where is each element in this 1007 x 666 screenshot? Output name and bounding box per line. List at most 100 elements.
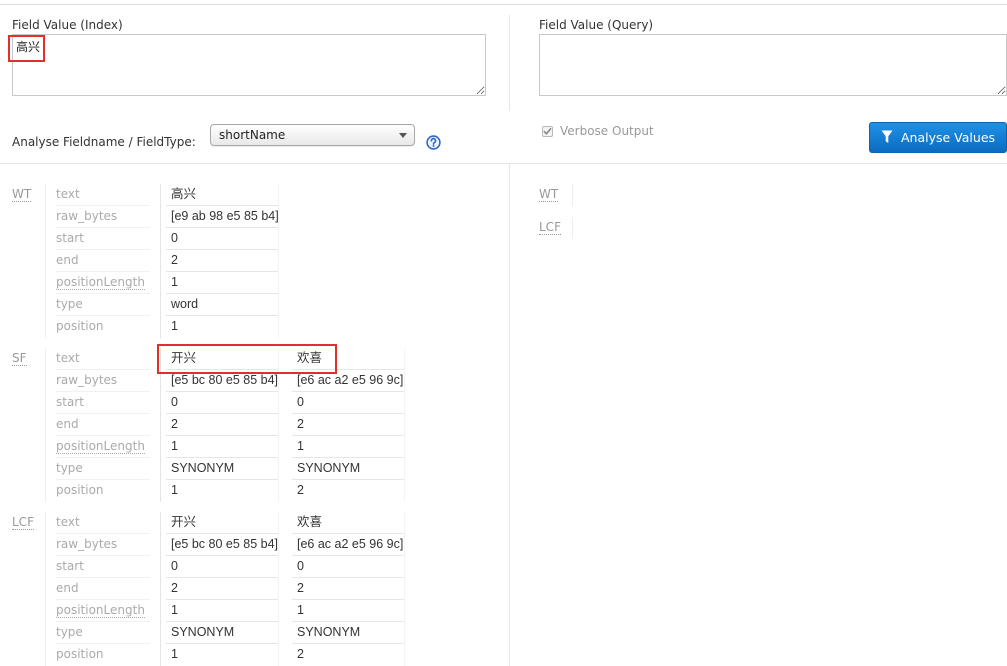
chevron-down-icon <box>399 133 407 138</box>
verbose-output-checkbox[interactable] <box>542 126 553 137</box>
top-border <box>0 4 1007 5</box>
verbose-output-toggle[interactable]: Verbose Output <box>542 124 672 138</box>
token-raw-bytes: [e6 ac a2 e5 96 9c] <box>292 534 404 556</box>
attribute-names-column: text raw_bytesstart end positionLength type p… <box>56 184 150 338</box>
token-data-divider <box>160 184 161 338</box>
token-end: 2 <box>166 414 278 436</box>
attribute-name-label: position <box>56 647 104 661</box>
token-type: SYNONYM <box>166 622 278 644</box>
stage-label-cell: SF <box>12 348 46 502</box>
query-field-label: Field Value (Query) <box>539 18 654 32</box>
attribute-name-label: start <box>56 559 84 573</box>
attribute-name-label: end <box>56 253 79 267</box>
attribute-name-end: end <box>56 250 150 272</box>
analysis-stage-lcf: LCF text raw_bytesstart end positionLength ty… <box>0 512 509 666</box>
attribute-name-label: position <box>56 483 104 497</box>
stage-abbr: SF <box>12 351 27 366</box>
attribute-name-label: end <box>56 581 79 595</box>
token-start: 0 <box>166 556 278 578</box>
attribute-name-label: raw_bytes <box>56 537 118 551</box>
token-type: word <box>166 294 278 316</box>
token-start: 0 <box>166 392 278 414</box>
attribute-name-raw-bytes: raw_bytes <box>56 534 150 556</box>
attribute-name-start: start <box>56 556 150 578</box>
attribute-name-label: position <box>56 319 104 333</box>
token-text: 开兴 <box>166 512 278 534</box>
attribute-name-position-length: positionLength <box>56 272 150 294</box>
analyse-values-button[interactable]: Analyse Values <box>869 122 1007 153</box>
attribute-name-position-length: positionLength <box>56 600 150 622</box>
question-circle-icon[interactable] <box>426 135 441 150</box>
token-end: 2 <box>292 578 404 600</box>
token-text: 欢喜 <box>292 512 404 534</box>
attribute-name-end: end <box>56 578 150 600</box>
attribute-name-label: positionLength <box>56 603 145 618</box>
attribute-name-label: type <box>56 625 83 639</box>
attribute-name-label: text <box>56 515 80 529</box>
index-field-label: Field Value (Index) <box>12 18 123 32</box>
attribute-name-type: type <box>56 622 150 644</box>
filter-icon <box>881 130 893 143</box>
attribute-name-end: end <box>56 414 150 436</box>
stage-label-cell: WT <box>12 184 46 338</box>
token-raw-bytes: [e9 ab 98 e5 85 b4] <box>166 206 278 228</box>
panel-divider <box>509 15 510 111</box>
token-raw-bytes: [e5 bc 80 e5 85 b4] <box>166 370 278 392</box>
analysis-stage-wt: WT text raw_bytesstart end positionLength typ… <box>0 184 509 338</box>
token-start: 0 <box>166 228 278 250</box>
token-data-divider <box>160 348 161 502</box>
query-field-input[interactable] <box>539 34 1007 96</box>
verbose-output-label: Verbose Output <box>560 124 654 138</box>
token-column: 开兴 [e5 bc 80 e5 85 b4] 0 2 1 SYNONYM 1 <box>166 348 279 502</box>
token-column: 欢喜 [e6 ac a2 e5 96 9c] 0 2 1 SYNONYM 2 <box>292 512 405 666</box>
attribute-name-label: raw_bytes <box>56 209 118 223</box>
attribute-name-start: start <box>56 228 150 250</box>
token-position: 2 <box>297 483 304 497</box>
attribute-name-label: type <box>56 461 83 475</box>
token-text: 开兴 <box>166 348 278 370</box>
fieldtype-select[interactable]: shortName <box>210 124 415 146</box>
token-type: SYNONYM <box>292 622 404 644</box>
token-end: 2 <box>166 578 278 600</box>
index-field-input[interactable]: 高兴 <box>12 34 486 96</box>
analysis-stage-sf: SF text raw_bytes start end positionLength typ… <box>0 348 509 502</box>
checkbox-checked-icon <box>543 128 552 135</box>
token-position: 1 <box>171 483 178 497</box>
fieldtype-label: Analyse Fieldname / FieldType: <box>12 135 196 149</box>
attribute-name-label: positionLength <box>56 439 145 454</box>
token-start: 0 <box>292 556 404 578</box>
attribute-name-type: type <box>56 458 150 480</box>
index-analysis-result: WT text raw_bytes start end positionLength typ… <box>0 184 509 666</box>
token-column: 欢喜 [e6 ac a2 e5 96 9c] 0 2 1 SYNONYM 2 <box>292 348 405 502</box>
token-position: 1 <box>171 647 178 661</box>
attribute-name-label: start <box>56 231 84 245</box>
results-divider <box>0 163 1007 164</box>
attribute-name-label: end <box>56 417 79 431</box>
attribute-names-column: text raw_bytes start end positionLength type p… <box>56 348 150 502</box>
stage-abbr: LCF <box>539 220 561 235</box>
attribute-name-position: position <box>56 480 150 502</box>
token-raw-bytes: [e6 ac a2 e5 96 9c] <box>292 370 404 392</box>
attribute-name-type: type <box>56 294 150 316</box>
token-end: 2 <box>292 414 404 436</box>
stage-abbr: WT <box>12 187 32 202</box>
attribute-name-text: text <box>56 184 150 206</box>
attribute-name-text: text <box>56 512 150 534</box>
token-raw-bytes: [e5 bc 80 e5 85 b4] <box>166 534 278 556</box>
token-position-length: 1 <box>166 436 278 458</box>
token-start: 0 <box>292 392 404 414</box>
attribute-name-label: text <box>56 187 80 201</box>
attribute-name-label: type <box>56 297 83 311</box>
attribute-name-label: positionLength <box>56 275 145 290</box>
query-stage-wt: WT <box>539 184 573 206</box>
stage-abbr: WT <box>539 187 559 202</box>
analyse-values-label: Analyse Values <box>901 130 996 145</box>
token-column: 开兴 [e5 bc 80 e5 85 b4] 0 2 1 SYNONYM 1 <box>166 512 279 666</box>
query-stage-lcf: LCF <box>539 217 573 239</box>
fieldtype-selected-value: shortName <box>219 128 286 142</box>
token-text: 高兴 <box>166 184 278 206</box>
token-position-length: 1 <box>166 600 278 622</box>
stage-abbr: LCF <box>12 515 34 530</box>
token-position-length: 1 <box>292 436 404 458</box>
token-position-length: 1 <box>292 600 404 622</box>
